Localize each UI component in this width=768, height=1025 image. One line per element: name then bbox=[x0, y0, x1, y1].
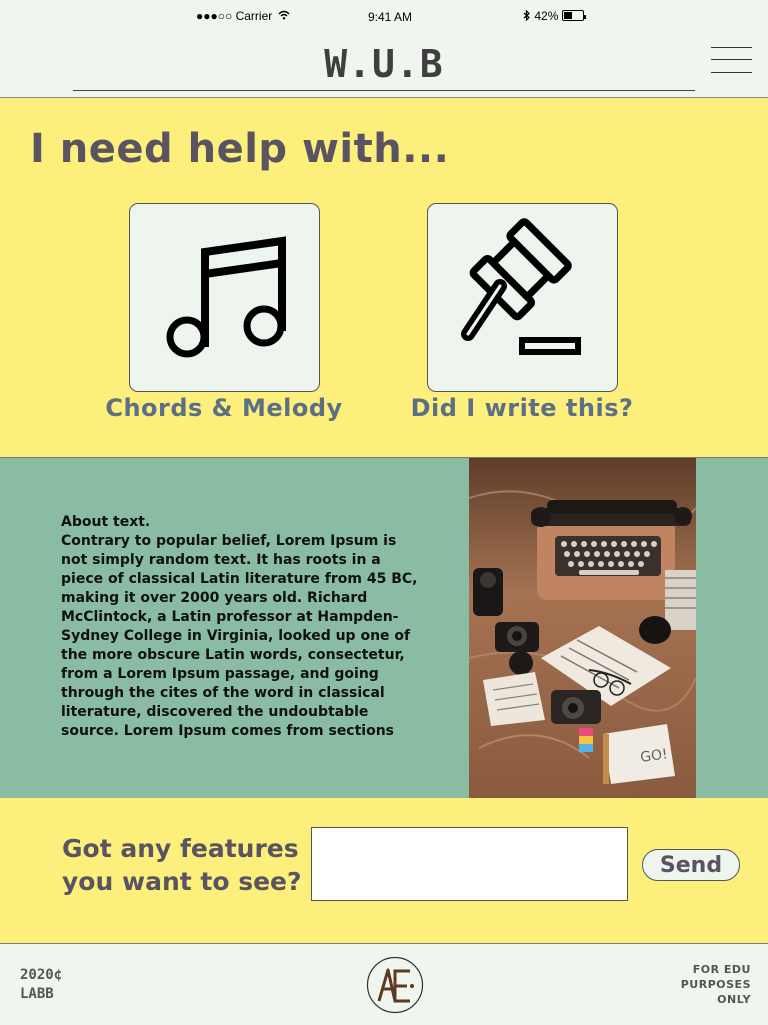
app-footer: 2020¢ LABB FOR EDU PURPOSES ONLY bbox=[0, 943, 768, 1025]
carrier-label: ●●●○○ Carrier bbox=[196, 9, 273, 23]
app-title: W.U.B bbox=[324, 42, 444, 86]
battery-icon bbox=[562, 10, 585, 21]
battery-indicator: 42% bbox=[523, 9, 587, 23]
copyright-year: 2020¢ bbox=[20, 967, 63, 983]
battery-tip bbox=[584, 15, 587, 19]
copyright: 2020¢ LABB bbox=[20, 966, 62, 1004]
feature-request-input[interactable] bbox=[311, 827, 628, 901]
status-bar: ●●●○○ Carrier 9:41 AM 42% bbox=[0, 6, 768, 26]
help-section: I need help with... Chords & Melody Did … bbox=[0, 98, 768, 458]
did-i-write-this-card[interactable] bbox=[427, 203, 618, 392]
battery-percent: 42% bbox=[534, 9, 559, 23]
clock: 9:41 AM bbox=[368, 10, 413, 24]
music-note-icon bbox=[166, 236, 286, 358]
menu-icon[interactable] bbox=[711, 47, 752, 73]
edu-disclaimer: FOR EDU PURPOSES ONLY bbox=[681, 962, 751, 1007]
feedback-prompt: Got any features you want to see? bbox=[62, 832, 312, 898]
edu-disclaimer-line1: FOR EDU bbox=[692, 963, 751, 976]
edu-disclaimer-line2: PURPOSES bbox=[680, 978, 751, 991]
about-text-block: About text. Contrary to popular belief, … bbox=[61, 513, 426, 741]
feedback-section: Got any features you want to see? Send bbox=[0, 798, 768, 943]
carrier-indicator: ●●●○○ Carrier bbox=[196, 9, 290, 23]
about-title: About text. bbox=[61, 514, 151, 530]
did-i-write-this-label[interactable]: Did I write this? bbox=[392, 394, 652, 422]
copyright-owner: LABB bbox=[20, 986, 54, 1002]
chords-melody-label[interactable]: Chords & Melody bbox=[94, 394, 354, 422]
send-button[interactable]: Send bbox=[642, 849, 740, 881]
ae-logo-icon[interactable] bbox=[366, 956, 424, 1014]
about-body: Contrary to popular belief, Lorem Ipsum … bbox=[61, 533, 418, 739]
edu-disclaimer-line3: ONLY bbox=[717, 993, 751, 1006]
header-divider bbox=[73, 90, 695, 91]
bluetooth-icon bbox=[523, 9, 530, 22]
app-header: ●●●○○ Carrier 9:41 AM 42% W.U.B bbox=[0, 0, 768, 98]
typewriter-desk-photo: GO! bbox=[469, 458, 696, 798]
gavel-icon bbox=[461, 218, 581, 355]
feedback-prompt-line2: you want to see? bbox=[62, 867, 302, 896]
wifi-icon bbox=[278, 10, 290, 20]
chords-melody-card[interactable] bbox=[129, 203, 320, 392]
about-section: About text. Contrary to popular belief, … bbox=[0, 457, 768, 799]
feedback-prompt-line1: Got any features bbox=[62, 834, 299, 863]
help-heading: I need help with... bbox=[30, 126, 450, 172]
